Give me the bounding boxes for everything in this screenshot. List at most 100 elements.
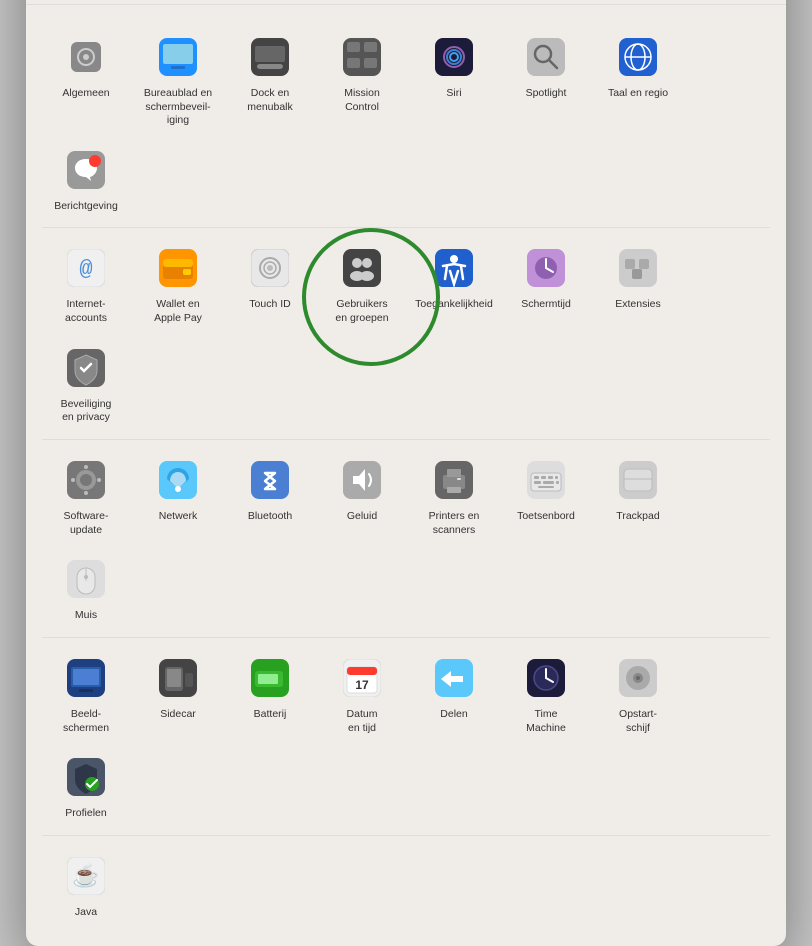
pref-item-bluetooth[interactable]: Bluetooth <box>226 448 314 530</box>
pref-item-bureaublad[interactable]: Bureaublad enschermbeveil­iging <box>134 25 222 134</box>
pref-item-beveiliging[interactable]: Beveiligingen privacy <box>42 336 130 431</box>
pref-item-batterij[interactable]: Batterij <box>226 646 314 728</box>
wallet-icon <box>152 242 204 294</box>
bluetooth-icon <box>244 454 296 506</box>
pref-item-internet[interactable]: @Internet-accounts <box>42 236 130 331</box>
pref-item-netwerk[interactable]: Netwerk <box>134 448 222 530</box>
pref-item-taal[interactable]: Taal en regio <box>594 25 682 107</box>
pref-item-gebruikers[interactable]: Gebruikersen groepen <box>318 236 406 331</box>
toegankelijkheid-label: Toeganke­lijkheid <box>415 298 493 312</box>
software-label: Software-update <box>64 510 109 537</box>
pref-item-toegankelijkheid[interactable]: Toeganke­lijkheid <box>410 236 498 318</box>
schermtijd-icon <box>520 242 572 294</box>
mission-label: MissionControl <box>344 87 380 114</box>
svg-text:17: 17 <box>355 678 369 692</box>
wallet-label: Wallet enApple Pay <box>154 298 202 325</box>
geluid-label: Geluid <box>347 510 377 524</box>
pref-item-beeld[interactable]: Beeld-schermen <box>42 646 130 741</box>
pref-item-delen[interactable]: Delen <box>410 646 498 728</box>
taal-icon <box>612 31 664 83</box>
profielen-label: Profielen <box>65 807 106 821</box>
profielen-icon <box>60 751 112 803</box>
pref-item-algemeen[interactable]: Algemeen <box>42 25 130 107</box>
algemeen-icon <box>60 31 112 83</box>
batterij-label: Batterij <box>254 708 287 722</box>
pref-row-2: Software-update Netwerk Bluetooth Geluid Pri… <box>42 440 770 638</box>
batterij-icon <box>244 652 296 704</box>
algemeen-label: Algemeen <box>62 87 109 101</box>
pref-row-4: ☕ Java <box>42 836 770 934</box>
schermtijd-label: Schermtijd <box>521 298 571 312</box>
bureaublad-icon <box>152 31 204 83</box>
pref-row-3: Beeld-schermen Sidecar Batterij 17 Datumen t… <box>42 638 770 836</box>
toegankelijkheid-icon <box>428 242 480 294</box>
dock-icon <box>244 31 296 83</box>
pref-item-spotlight[interactable]: Spotlight <box>502 25 590 107</box>
pref-item-berichtgeving[interactable]: Berichtgeving <box>42 138 130 220</box>
delen-label: Delen <box>440 708 467 722</box>
netwerk-label: Netwerk <box>159 510 198 524</box>
extensies-label: Extensies <box>615 298 661 312</box>
dock-label: Dock enmenubalk <box>247 87 293 114</box>
java-label: Java <box>75 906 97 920</box>
pref-item-java[interactable]: ☕ Java <box>42 844 130 926</box>
extensies-icon <box>612 242 664 294</box>
pref-item-trackpad[interactable]: Trackpad <box>594 448 682 530</box>
printers-label: Printers enscanners <box>429 510 480 537</box>
touch-icon <box>244 242 296 294</box>
pref-row-0: Algemeen Bureaublad enschermbeveil­iging D… <box>42 17 770 229</box>
bluetooth-label: Bluetooth <box>248 510 292 524</box>
toetsenbord-icon <box>520 454 572 506</box>
touch-label: Touch ID <box>249 298 290 312</box>
pref-item-sidecar[interactable]: Sidecar <box>134 646 222 728</box>
pref-item-touch[interactable]: Touch ID <box>226 236 314 318</box>
pref-item-software[interactable]: Software-update <box>42 448 130 543</box>
pref-item-wallet[interactable]: Wallet enApple Pay <box>134 236 222 331</box>
gebruikers-label: Gebruikersen groepen <box>335 298 388 325</box>
siri-label: Siri <box>446 87 461 101</box>
pref-item-profielen[interactable]: Profielen <box>42 745 130 827</box>
bureaublad-label: Bureaublad enschermbeveil­iging <box>138 87 218 128</box>
berichtgeving-label: Berichtgeving <box>54 200 118 214</box>
pref-item-toetsenbord[interactable]: Toetsen­bord <box>502 448 590 530</box>
gebruikers-icon <box>336 242 388 294</box>
datum-icon: 17 <box>336 652 388 704</box>
beveiliging-label: Beveiligingen privacy <box>61 398 112 425</box>
spotlight-icon <box>520 31 572 83</box>
trackpad-icon <box>612 454 664 506</box>
opstart-label: Opstart-schijf <box>619 708 657 735</box>
system-preferences-window: ‹ › ⋮⋮⋮ Systeemvoorkeuren 🔍 🐺 Stefan App… <box>26 0 786 946</box>
internet-icon: @ <box>60 242 112 294</box>
pref-item-siri[interactable]: Siri <box>410 25 498 107</box>
pref-item-muis[interactable]: Muis <box>42 547 130 629</box>
beeld-icon <box>60 652 112 704</box>
netwerk-icon <box>152 454 204 506</box>
taal-label: Taal en regio <box>608 87 668 101</box>
pref-item-datum[interactable]: 17 Datumen tijd <box>318 646 406 741</box>
berichtgeving-icon <box>60 144 112 196</box>
sidecar-icon <box>152 652 204 704</box>
beeld-label: Beeld-schermen <box>63 708 109 735</box>
pref-item-schermtijd[interactable]: Schermtijd <box>502 236 590 318</box>
pref-item-opstart[interactable]: Opstart-schijf <box>594 646 682 741</box>
pref-item-geluid[interactable]: Geluid <box>318 448 406 530</box>
geluid-icon <box>336 454 388 506</box>
delen-icon <box>428 652 480 704</box>
pref-item-mission[interactable]: MissionControl <box>318 25 406 120</box>
svg-text:@: @ <box>79 257 92 282</box>
time-icon <box>520 652 572 704</box>
pref-item-extensies[interactable]: Extensies <box>594 236 682 318</box>
printers-icon <box>428 454 480 506</box>
spotlight-label: Spotlight <box>526 87 567 101</box>
datum-label: Datumen tijd <box>347 708 378 735</box>
sidecar-label: Sidecar <box>160 708 196 722</box>
toetsenbord-label: Toetsen­bord <box>517 510 575 524</box>
pref-item-dock[interactable]: Dock enmenubalk <box>226 25 314 120</box>
opstart-icon <box>612 652 664 704</box>
siri-icon <box>428 31 480 83</box>
pref-item-printers[interactable]: Printers enscanners <box>410 448 498 543</box>
beveiliging-icon <box>60 342 112 394</box>
preferences-grid: Algemeen Bureaublad enschermbeveil­iging D… <box>26 5 786 946</box>
java-icon: ☕ <box>60 850 112 902</box>
pref-item-time[interactable]: TimeMachine <box>502 646 590 741</box>
